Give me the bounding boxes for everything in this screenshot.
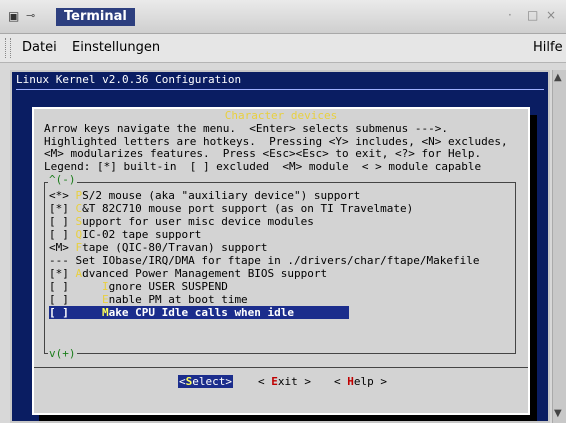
scroll-down-arrow-icon[interactable]: ▼ (554, 408, 562, 419)
menu-list[interactable]: <*> PS/2 mouse (aka "auxiliary device") … (44, 182, 516, 354)
select-button[interactable]: <Select> (178, 375, 233, 388)
menu-bar: Datei Einstellungen Hilfe (0, 34, 566, 63)
menubar-grip-handle[interactable] (5, 38, 11, 58)
minimize-button[interactable]: · (508, 8, 512, 22)
menu-datei[interactable]: Datei (22, 40, 57, 55)
help-button[interactable]: < Help > (334, 375, 387, 388)
title-bar: ▣ ⊸ Terminal · □ × (0, 0, 566, 34)
dialog-help-text: Arrow keys navigate the menu. <Enter> se… (44, 122, 508, 173)
menu-item-ignore-user-suspend[interactable]: [ ] Ignore USER SUSPEND (49, 280, 228, 293)
scroll-down-indicator: v(+) (48, 347, 77, 360)
terminal-scrollbar[interactable]: ▲ ▼ (552, 70, 566, 423)
menu-item-qic02-tape[interactable]: [ ] QIC-02 tape support (49, 228, 201, 241)
character-devices-dialog: Character devices Arrow keys navigate th… (32, 107, 530, 415)
kernel-config-heading: Linux Kernel v2.0.36 Configuration (16, 73, 242, 86)
window-menu-icon[interactable]: ▣ (8, 9, 19, 23)
menu-item-misc-device-modules[interactable]: [ ] Support for user misc device modules (49, 215, 314, 228)
exit-button[interactable]: < Exit > (258, 375, 311, 388)
close-button[interactable]: × (546, 8, 556, 22)
menu-item-ps2-mouse[interactable]: <*> PS/2 mouse (aka "auxiliary device") … (49, 189, 360, 202)
menu-item-82c710-mouse[interactable]: [*] C&T 82C710 mouse port support (as on… (49, 202, 413, 215)
heading-divider (16, 89, 544, 90)
pin-icon[interactable]: ⊸ (26, 9, 35, 22)
terminal-screen[interactable]: Linux Kernel v2.0.36 Configuration Chara… (10, 70, 550, 423)
maximize-button[interactable]: □ (527, 8, 538, 22)
scroll-up-indicator: ^(-) (48, 173, 77, 186)
scroll-up-arrow-icon[interactable]: ▲ (554, 72, 562, 83)
menu-hilfe[interactable]: Hilfe (533, 40, 563, 55)
menu-item-cpu-idle-selected[interactable]: [ ] Make CPU Idle calls when idle (49, 306, 349, 319)
menu-item-ftape-note: --- Set IObase/IRQ/DMA for ftape in ./dr… (49, 254, 480, 267)
window-title: Terminal (56, 8, 135, 26)
menu-item-apm-bios[interactable]: [*] Advanced Power Management BIOS suppo… (49, 267, 327, 280)
button-divider (34, 367, 528, 369)
dialog-title: Character devices (34, 109, 528, 122)
menu-einstellungen[interactable]: Einstellungen (72, 40, 160, 55)
menu-item-enable-pm-boot[interactable]: [ ] Enable PM at boot time (49, 293, 248, 306)
menu-item-ftape[interactable]: <M> Ftape (QIC-80/Travan) support (49, 241, 268, 254)
